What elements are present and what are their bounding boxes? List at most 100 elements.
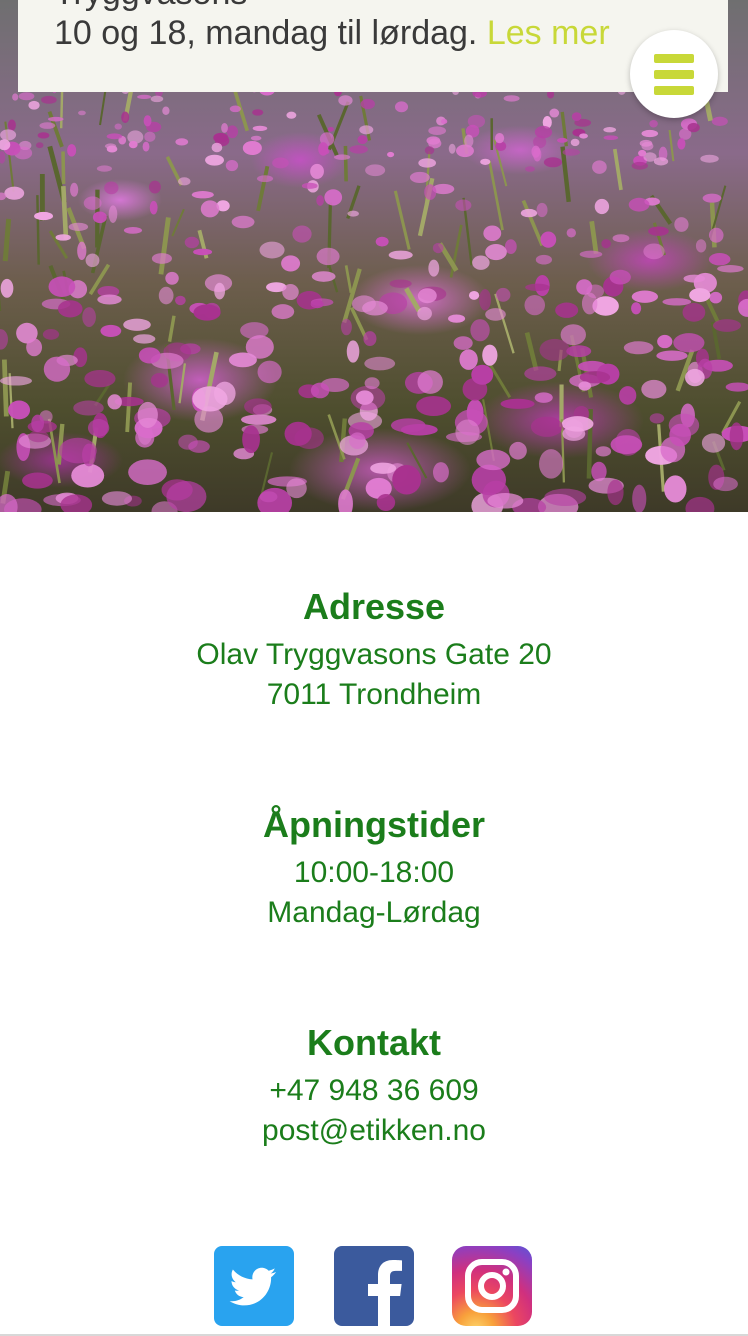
flower-petal [128, 459, 167, 485]
flower-petal [689, 288, 711, 303]
flower-petal [657, 334, 673, 349]
flower-petal [148, 180, 161, 194]
flower-petal [158, 286, 174, 305]
flower-petal [717, 265, 744, 273]
flower-petal [48, 276, 76, 297]
flower-petal [214, 282, 226, 300]
flower-petal [57, 300, 83, 318]
hamburger-icon-bar [654, 70, 694, 79]
flower-petal [26, 338, 43, 357]
flower-petal [175, 138, 189, 146]
flower-petal [363, 331, 377, 347]
flower-petal [67, 144, 77, 157]
flower-petal [192, 386, 228, 412]
flower-petal [28, 100, 40, 110]
flower-petal [525, 283, 550, 291]
flower-petal [455, 199, 472, 211]
info-banner: Tryggvasons 10 og 18, mandag til lørdag.… [18, 0, 728, 92]
flower-petal [133, 334, 156, 344]
flower-petal [417, 288, 437, 304]
flower-petal [8, 400, 31, 420]
flower-petal [0, 151, 6, 164]
flower-petal [544, 488, 587, 507]
flower-petal [592, 160, 607, 174]
flower-petal [349, 145, 368, 154]
flower-petal [252, 109, 264, 116]
flower-petal [428, 259, 440, 277]
banner-cut-text: Tryggvasons [54, 0, 247, 13]
flower-petal [639, 139, 653, 147]
flower-petal [281, 255, 301, 272]
flower-petal [175, 295, 186, 306]
flower-petal [601, 239, 611, 249]
flower-petal [603, 127, 617, 133]
flower-petal [149, 200, 158, 215]
banner-text: 10 og 18, mandag til lørdag. Les mer [54, 14, 610, 53]
contact-email[interactable]: post@etikken.no [0, 1111, 748, 1151]
flower-petal [520, 208, 538, 218]
flower-petal [495, 287, 511, 302]
grass-blade [2, 218, 12, 262]
flower-petal [82, 307, 96, 327]
contact-phone[interactable]: +47 948 36 609 [0, 1071, 748, 1111]
flower-petal [610, 435, 643, 455]
flower-petal [360, 98, 375, 110]
twitter-button[interactable] [214, 1246, 294, 1326]
menu-button[interactable] [630, 30, 718, 118]
flower-petal [648, 226, 669, 236]
flower-petal [390, 418, 426, 433]
flower-petal [59, 437, 97, 464]
flower-petal [178, 177, 191, 186]
flower-petal [543, 157, 563, 168]
flower-petal [581, 292, 598, 315]
flower-petal [531, 145, 541, 158]
flower-petal [700, 154, 719, 163]
flower-petal [316, 195, 324, 206]
flower-petal [432, 242, 444, 254]
flower-petal [677, 138, 686, 150]
hamburger-icon-bar [654, 86, 694, 95]
opening-hours-time: 10:00-18:00 [293, 856, 455, 889]
flower-petal [709, 291, 723, 304]
flower-petal [165, 271, 179, 285]
flower-petal [142, 141, 150, 152]
instagram-button[interactable] [452, 1246, 532, 1326]
flower-petal [576, 279, 593, 295]
contact-heading: Kontakt [307, 1022, 441, 1063]
flower-petal [244, 398, 272, 415]
flower-petal [530, 416, 563, 437]
flower-petal [364, 377, 380, 390]
flower-petal [562, 426, 586, 441]
flower-petal [641, 379, 667, 399]
facebook-button[interactable] [334, 1246, 414, 1326]
flower-petal [22, 472, 53, 489]
flower-petal [619, 386, 637, 405]
grass-blade [612, 148, 623, 191]
flower-petal [376, 493, 396, 512]
flower-petal [656, 350, 688, 361]
flower-petal [73, 400, 104, 416]
flower-petal [193, 304, 221, 321]
flower-petal [595, 446, 612, 457]
flower-petal [534, 392, 553, 403]
flower-petal [673, 333, 705, 353]
flower-petal [324, 189, 343, 206]
flower-petal [664, 475, 687, 503]
flower-petal [0, 129, 17, 141]
flower-petal [468, 290, 480, 300]
flower-petal [259, 491, 278, 503]
flower-petal [4, 186, 25, 200]
instagram-icon [465, 1259, 519, 1313]
grass-blade [524, 332, 539, 372]
flower-petal [456, 144, 474, 158]
flower-petal [341, 318, 352, 336]
flower-petal [351, 295, 376, 313]
flower-petal [241, 414, 277, 425]
read-more-link[interactable]: Les mer [487, 14, 610, 52]
flower-petal [482, 344, 498, 366]
flower-petal [674, 217, 689, 232]
grass-blade [344, 265, 353, 294]
contact-section: Kontakt +47 948 36 609 post@etikken.no [0, 1021, 748, 1151]
flower-petal [500, 398, 535, 409]
flower-petal [150, 95, 164, 103]
